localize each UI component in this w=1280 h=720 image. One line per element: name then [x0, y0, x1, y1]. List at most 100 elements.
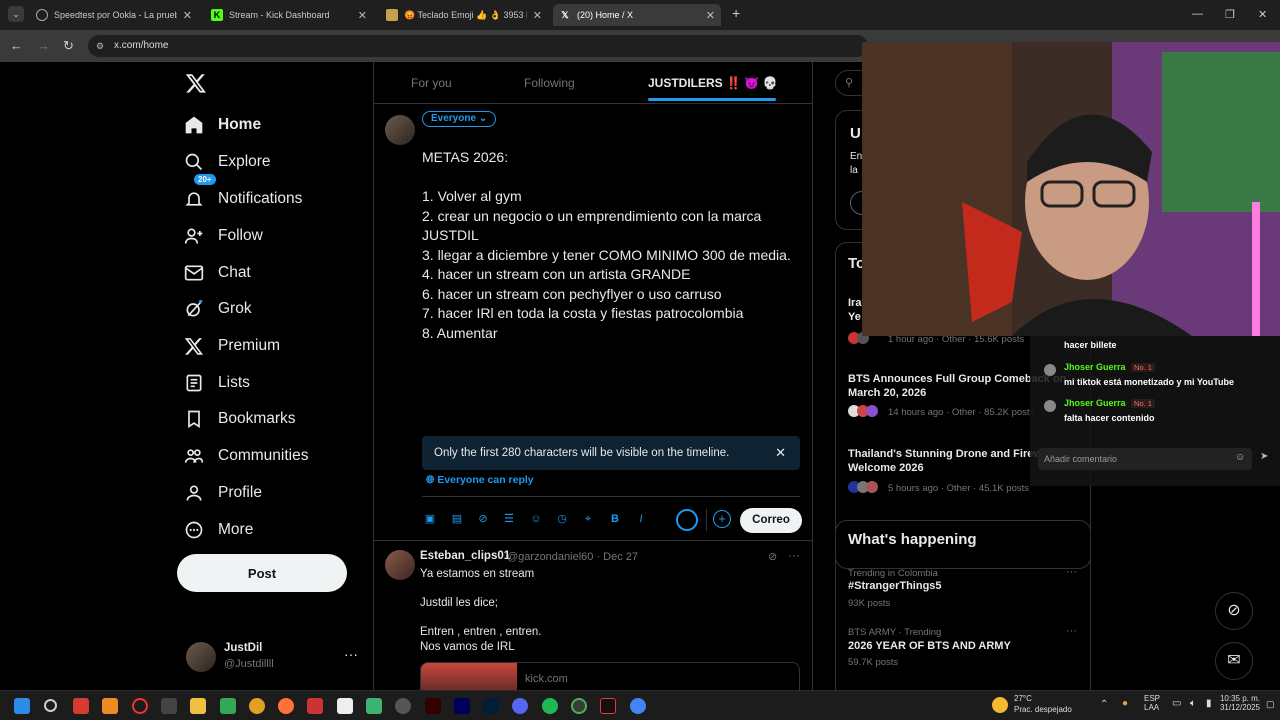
post-button[interactable]: Post	[177, 554, 347, 592]
store-icon[interactable]	[161, 698, 177, 714]
notifications-icon[interactable]: ▢	[1266, 699, 1275, 710]
sidebar-item-profile[interactable]: Profile	[184, 478, 262, 508]
forward-icon[interactable]: →	[37, 38, 50, 53]
news-headline[interactable]: Ira	[848, 297, 861, 309]
chevron-up-icon[interactable]: ⌃	[1100, 699, 1108, 710]
messages-float-button[interactable]: ✉	[1215, 642, 1253, 680]
sidebar-item-notifications[interactable]: 20+ Notifications	[184, 174, 302, 214]
premiere-icon[interactable]	[454, 698, 470, 714]
app-icon[interactable]	[73, 698, 89, 714]
italic-icon[interactable]: I	[635, 513, 647, 525]
new-tab-button[interactable]: +	[732, 5, 740, 21]
battery-icon[interactable]: ▮	[1206, 698, 1212, 709]
tweet-meta: @garzondaniel60 · Dec 27	[507, 551, 639, 563]
address-bar[interactable]: ⚙ x.com/home	[88, 35, 868, 57]
grok-icon[interactable]: ⊘	[768, 550, 777, 563]
add-post-button[interactable]: +	[713, 510, 731, 528]
app-icon[interactable]	[102, 698, 118, 714]
poll-icon[interactable]: ☰	[503, 513, 515, 525]
clock[interactable]: 10:35 p. m. 31/12/2025	[1212, 694, 1260, 712]
volume-icon[interactable]: 🔈︎	[1190, 698, 1196, 709]
more-icon[interactable]: ···	[788, 548, 800, 562]
sidebar-item-communities[interactable]: Communities	[184, 441, 308, 471]
grok-icon[interactable]: ⊘	[477, 513, 489, 525]
chat-input[interactable]: Añadir comentario	[1038, 448, 1252, 470]
chrome-icon[interactable]	[571, 698, 587, 714]
spotify-icon[interactable]	[542, 698, 558, 714]
sidebar-item-chat[interactable]: Chat	[184, 258, 251, 288]
folder-icon[interactable]	[190, 698, 206, 714]
sidebar-item-home[interactable]: Home	[184, 110, 261, 140]
firefox-icon[interactable]	[278, 698, 294, 714]
reload-icon[interactable]: ↻	[63, 38, 74, 54]
photoshop-icon[interactable]	[483, 698, 499, 714]
more-icon[interactable]: ···	[344, 646, 358, 662]
illustrator-icon[interactable]	[425, 698, 441, 714]
windows-start-icon[interactable]	[14, 698, 30, 714]
tab-community[interactable]: JUSTDILERS ‼️ 😈 💀	[648, 76, 778, 90]
close-tab-icon[interactable]: ✕	[183, 9, 192, 22]
site-info-icon[interactable]: ⚙	[96, 35, 104, 57]
language-indicator[interactable]: ESP LAA	[1144, 694, 1160, 712]
search-icon[interactable]	[44, 699, 57, 712]
close-tab-icon[interactable]: ✕	[706, 9, 715, 22]
sidebar-item-more[interactable]: More	[184, 515, 253, 545]
close-tab-icon[interactable]: ✕	[358, 9, 367, 22]
sidebar-item-explore[interactable]: Explore	[184, 147, 271, 177]
bold-icon[interactable]: B	[609, 513, 621, 525]
reply-setting-button[interactable]: 🌐︎ Everyone can reply	[426, 474, 534, 487]
browser-tab-speedtest[interactable]: Speedtest por Ookla - La prueba d ✕	[30, 4, 198, 26]
gif-icon[interactable]: ▤	[451, 513, 463, 525]
tab-following[interactable]: Following	[524, 76, 575, 90]
trend-title[interactable]: 2026 YEAR OF BTS AND ARMY	[848, 640, 1011, 652]
browser-tab-kick[interactable]: K Stream - Kick Dashboard ✕	[205, 4, 373, 26]
audience-selector[interactable]: Everyone ⌄	[422, 111, 497, 127]
browser-tab-emoji[interactable]: 😡 Teclado Emoji 👍 👌 3953 E ✕	[380, 4, 548, 26]
tweet-author[interactable]: Esteban_clips01	[420, 550, 510, 562]
discord-icon[interactable]	[512, 698, 528, 714]
browser-tab-x-home[interactable]: 𝕏 (20) Home / X ✕	[553, 4, 721, 26]
grok-float-button[interactable]: ⊘	[1215, 592, 1253, 630]
more-icon[interactable]: ···	[1066, 566, 1077, 578]
compose-textarea[interactable]: METAS 2026: 1. Volver al gym 2. crear un…	[422, 148, 802, 343]
sidebar-item-premium[interactable]: Premium	[184, 331, 280, 361]
drive-icon[interactable]	[220, 698, 236, 714]
chevron-down-icon[interactable]: ⌄	[762, 75, 771, 88]
opera-icon[interactable]	[132, 698, 148, 714]
sidebar-item-lists[interactable]: Lists	[184, 368, 250, 398]
maximize-icon[interactable]: ❐	[1225, 8, 1235, 21]
emoji-icon[interactable]: ☺	[530, 513, 542, 525]
sidebar-item-bookmarks[interactable]: Bookmarks	[184, 404, 296, 434]
account-switcher[interactable]: JustDil @Justdillll ···	[186, 640, 366, 676]
trend-title[interactable]: #StrangerThings5	[848, 580, 942, 592]
more-icon[interactable]: ···	[1066, 625, 1077, 637]
app-icon[interactable]	[366, 698, 382, 714]
submit-post-button[interactable]: Correo	[740, 508, 802, 533]
app-icon[interactable]	[395, 698, 411, 714]
tiktok-icon[interactable]	[600, 698, 616, 714]
file-icon[interactable]	[337, 698, 353, 714]
chrome-icon[interactable]	[630, 698, 646, 714]
sidebar-item-grok[interactable]: Grok	[184, 294, 252, 324]
sidebar-item-follow[interactable]: Follow	[184, 221, 263, 251]
schedule-icon[interactable]: ◷	[556, 513, 568, 525]
location-icon[interactable]: ⌖	[582, 513, 594, 525]
close-tab-icon[interactable]: ✕	[533, 9, 542, 22]
x-logo-icon[interactable]	[185, 72, 209, 96]
close-icon[interactable]: ✕	[775, 436, 786, 470]
emoji-icon[interactable]: ☺	[1235, 452, 1245, 463]
app-icon[interactable]	[307, 698, 323, 714]
news-headline[interactable]: Ye	[848, 311, 861, 323]
network-icon[interactable]: ▭	[1172, 698, 1181, 709]
tab-search-button[interactable]: ⌄	[8, 6, 24, 22]
close-window-icon[interactable]: ✕	[1258, 8, 1267, 21]
tab-for-you[interactable]: For you	[411, 76, 452, 90]
link-preview-card[interactable]: kick.com	[420, 662, 800, 690]
image-icon[interactable]: ▣	[424, 513, 436, 525]
back-icon[interactable]: ←	[10, 38, 23, 53]
minimize-icon[interactable]: —	[1192, 8, 1203, 20]
chrome-icon[interactable]	[249, 698, 265, 714]
tweet[interactable]: Esteban_clips01 @garzondaniel60 · Dec 27…	[374, 542, 812, 690]
microphone-icon[interactable]: ●	[1122, 698, 1128, 709]
send-icon[interactable]: ➤	[1260, 451, 1268, 462]
